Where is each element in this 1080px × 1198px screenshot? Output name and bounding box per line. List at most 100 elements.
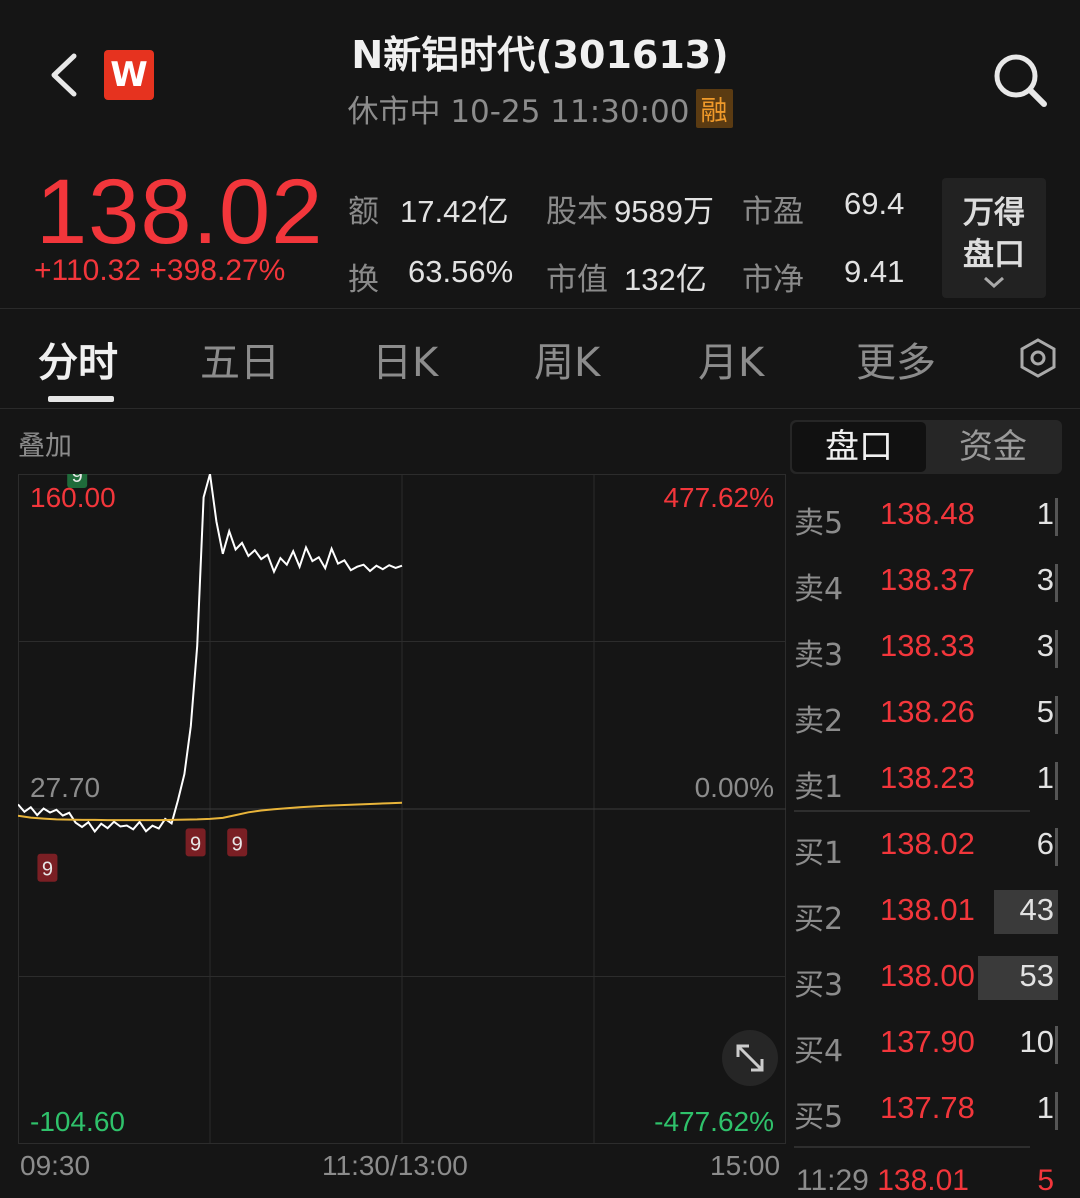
stat-label-pe: 市盈 [742,194,804,230]
ask-row: 卖1 138.23 1 [794,756,1064,806]
bid-price: 137.78 [880,1090,975,1125]
volume-tick [1055,1026,1058,1064]
header-divider [0,308,1080,309]
bid-label: 买2 [794,902,844,937]
ask-price: 138.48 [880,496,975,531]
tab-daily-k[interactable]: 日K [372,330,438,388]
bid-label: 买3 [794,968,844,1003]
y-axis-left-bottom: -104.60 [30,1106,125,1137]
y-axis-right-mid: 0.00% [694,772,774,803]
volume-tick [1055,828,1058,866]
active-tab-indicator [48,396,114,402]
bid-label: 买5 [794,1100,844,1135]
intraday-chart[interactable]: 99 99 [18,474,786,1144]
bid-volume: 1 [1036,1090,1054,1125]
tab-orderbook[interactable]: 盘口 [792,422,926,472]
ask-price: 138.37 [880,562,975,597]
wind-button-line1: 万得 [963,195,1025,231]
ask-label: 卖4 [794,572,844,607]
stat-label-turnover-amount: 额 [348,194,379,230]
volume-tick [1055,696,1058,734]
stat-label-turnover-rate: 换 [348,262,379,298]
bid-row: 买3 138.00 53 [794,954,1064,1004]
stat-label-market-cap: 市值 [546,262,608,298]
ask-row: 卖5 138.48 1 [794,492,1064,542]
volume-tick [1055,762,1058,800]
bid-price: 138.00 [880,958,975,993]
stat-value-turnover-rate: 63.56% [408,254,514,289]
trade-price: 138.01 [877,1164,969,1197]
price-change: +110.32 +398.27% [34,254,285,288]
signal-marker-red: 9 [227,828,248,857]
bid-row: 买1 138.02 6 [794,822,1064,872]
stat-value-turnover-amount: 17.42亿 [400,194,509,229]
tab-intraday[interactable]: 分时 [38,330,118,388]
marker-label: 9 [190,833,201,855]
stat-label-share-capital: 股本 [546,194,608,230]
ask-label: 卖5 [794,506,844,541]
tab-five-day[interactable]: 五日 [200,330,280,388]
stat-value-share-capital: 9589万 [614,194,714,229]
bid-volume: 6 [1036,826,1054,861]
volume-tick [1055,498,1058,536]
bid-row: 买5 137.78 1 [794,1086,1064,1136]
stat-value-market-cap: 132亿 [624,262,707,297]
time-label-open: 09:30 [20,1150,91,1181]
marker-label: 9 [232,833,243,855]
bid-row: 买4 137.90 10 [794,1020,1064,1070]
y-axis-right-bottom: -477.62% [654,1106,774,1137]
chart-grid [18,474,786,1144]
stat-value-pe: 69.4 [844,186,905,221]
signal-marker-red: 9 [37,853,58,882]
ask-volume: 3 [1036,628,1054,663]
bid-volume: 10 [1019,1024,1054,1059]
stat-label-pb: 市净 [742,262,804,298]
time-label-close: 15:00 [710,1150,781,1181]
ask-row: 卖3 138.33 3 [794,624,1064,674]
time-label-midday: 11:30/13:00 [322,1150,468,1181]
orderbook-tabs: 盘口 资金 [790,420,1062,474]
overlay-button[interactable]: 叠加 [18,424,72,463]
orderbook-divider [794,1146,1030,1148]
y-axis-left-mid: 27.70 [30,772,101,803]
bid-price: 138.01 [880,892,975,927]
margin-badge: 融 [695,89,733,128]
tab-monthly-k[interactable]: 月K [698,330,764,388]
stock-title: N新铝时代(301613) [351,33,729,77]
search-icon[interactable] [990,50,1050,110]
chevron-down-icon [984,276,1004,288]
bid-label: 买1 [794,836,844,871]
change-percent: +398.27% [149,254,286,287]
bid-row: 买2 138.01 43 [794,888,1064,938]
ask-price: 138.33 [880,628,975,663]
ask-label: 卖1 [794,770,844,805]
bid-volume: 53 [1019,958,1054,993]
ask-row: 卖4 138.37 3 [794,558,1064,608]
tab-funds[interactable]: 资金 [926,420,1060,474]
y-axis-right-top: 477.62% [663,482,774,513]
settings-icon[interactable] [1018,338,1058,378]
bid-price: 138.02 [880,826,975,861]
ask-price: 138.26 [880,694,975,729]
tab-weekly-k[interactable]: 周K [534,330,600,388]
last-price: 138.02 [36,161,324,263]
trade-tick-row: 11:29 138.01 5 [796,1164,1054,1198]
expand-icon[interactable] [722,1030,778,1086]
ask-label: 卖2 [794,704,844,739]
ask-label: 卖3 [794,638,844,673]
bid-label: 买4 [794,1034,844,1069]
stat-value-pb: 9.41 [844,254,905,289]
bid-volume: 43 [1019,892,1054,927]
marker-label: 9 [42,859,53,881]
tab-more[interactable]: 更多 [856,330,936,388]
y-axis-left-top: 160.00 [30,482,116,513]
volume-tick [1055,1092,1058,1130]
wind-orderbook-button[interactable]: 万得 盘口 [942,178,1046,298]
market-status-text: 休市中 10-25 11:30:00 [347,94,690,130]
wind-button-line2: 盘口 [963,237,1025,273]
trade-time: 11:29 [796,1164,869,1197]
orderbook-divider [794,810,1030,812]
ask-volume: 1 [1036,760,1054,795]
volume-tick [1055,630,1058,668]
ask-volume: 3 [1036,562,1054,597]
